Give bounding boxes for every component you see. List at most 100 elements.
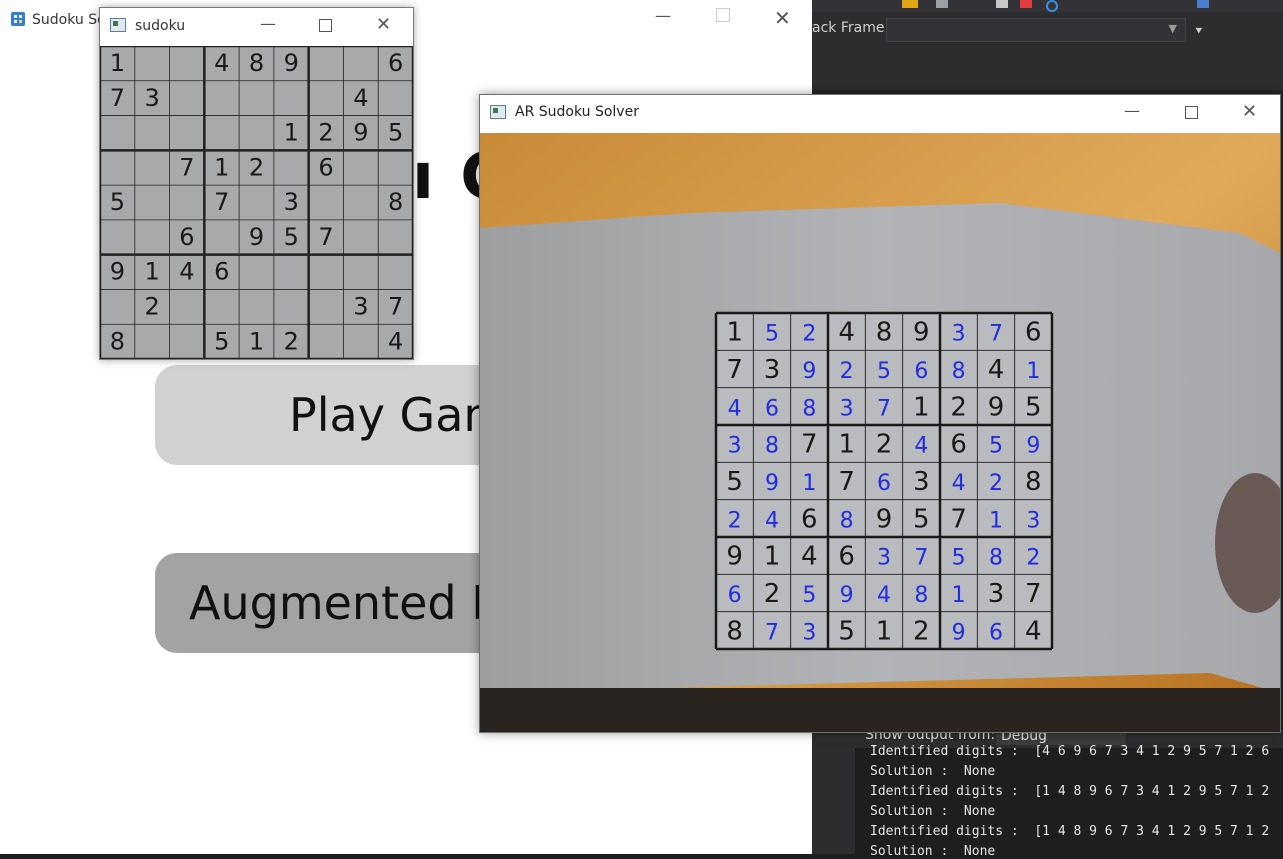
given-digit: 7 — [726, 355, 743, 385]
stop-icon[interactable] — [1020, 0, 1032, 8]
toolbar-overflow-icon[interactable]: ⯆ — [1194, 24, 1204, 39]
solved-digit: 6 — [914, 359, 928, 384]
grid-digit: 4 — [388, 327, 403, 355]
given-digit: 9 — [988, 392, 1005, 422]
solved-digit: 7 — [877, 396, 891, 421]
grid-digit: 2 — [318, 119, 333, 147]
grid-digit: 6 — [388, 49, 403, 77]
solved-digit: 1 — [802, 471, 816, 496]
grid-digit: 3 — [145, 84, 160, 112]
solved-digit: 6 — [728, 583, 742, 608]
sudoku-input-window: sudoku — ✕ 14896734129571265738695791462… — [99, 7, 414, 360]
grid-digit: 4 — [214, 49, 229, 77]
stack-frame-select[interactable]: ▼ — [886, 18, 1186, 42]
close-icon[interactable]: ✕ — [376, 14, 391, 35]
grid-digit: 6 — [214, 258, 229, 286]
grid-digit: 8 — [110, 327, 125, 355]
pause-icon[interactable] — [996, 0, 1008, 8]
grid-digit: 9 — [353, 119, 368, 147]
grid-digit: 8 — [388, 188, 403, 216]
solved-digit: 6 — [877, 471, 891, 496]
close-icon[interactable]: ✕ — [774, 6, 791, 30]
given-digit: 9 — [726, 542, 743, 572]
given-digit: 8 — [1025, 467, 1042, 497]
lower-shadow — [480, 688, 1280, 732]
given-digit: 7 — [838, 467, 855, 497]
output-line: Solution : None — [870, 764, 996, 779]
solved-digit: 7 — [989, 322, 1003, 347]
app-icon — [110, 18, 126, 32]
maximize-icon[interactable] — [1185, 106, 1198, 119]
solved-digit: 9 — [1026, 434, 1040, 459]
given-digit: 7 — [1025, 579, 1042, 609]
solved-digit: 9 — [802, 359, 816, 384]
grid-digit: 9 — [249, 223, 264, 251]
solved-digit: 1 — [1026, 359, 1040, 384]
given-digit: 3 — [764, 355, 781, 385]
grid-digit: 2 — [284, 327, 299, 355]
output-line: Identified digits : [1 4 8 9 6 7 3 4 1 2… — [870, 824, 1270, 839]
grid-digit: 7 — [214, 188, 229, 216]
solved-digit: 5 — [989, 434, 1003, 459]
solved-digit: 9 — [840, 583, 854, 608]
grid-digit: 5 — [214, 327, 229, 355]
chevron-down-icon: ▼ — [1168, 22, 1177, 35]
solved-digit: 1 — [952, 583, 966, 608]
output-line: Solution : None — [870, 804, 996, 819]
solved-digit: 2 — [1026, 546, 1040, 571]
output-line: Solution : None — [870, 844, 996, 859]
toolbar-icon[interactable] — [902, 0, 918, 8]
given-digit: 8 — [726, 616, 743, 646]
grid-digit: 1 — [284, 119, 299, 147]
solved-digit: 2 — [989, 471, 1003, 496]
vs-toolbar — [812, 0, 1283, 90]
minimize-icon[interactable]: — — [655, 6, 671, 25]
window-title: AR Sudoku Solver — [515, 104, 639, 120]
solved-digit: 4 — [765, 508, 779, 533]
restart-icon[interactable] — [1046, 0, 1058, 12]
given-digit: 9 — [913, 318, 930, 348]
given-digit: 2 — [876, 430, 893, 460]
solved-digit: 9 — [765, 471, 779, 496]
given-digit: 4 — [838, 318, 855, 348]
solved-digit: 2 — [802, 322, 816, 347]
solved-digit: 5 — [765, 322, 779, 347]
solved-digit: 8 — [765, 434, 779, 459]
grid-digit: 6 — [318, 153, 333, 181]
solved-digit: 3 — [1026, 508, 1040, 533]
title-bar: AR Sudoku Solver — ✕ — [480, 95, 1280, 133]
grid-digit: 6 — [179, 223, 194, 251]
given-digit: 2 — [950, 392, 967, 422]
maximize-icon[interactable] — [716, 8, 730, 22]
solved-digit: 5 — [802, 583, 816, 608]
given-digit: 5 — [726, 467, 743, 497]
grid-digit: 1 — [249, 327, 264, 355]
solved-digit: 3 — [952, 322, 966, 347]
given-digit: 2 — [764, 579, 781, 609]
given-digit: 8 — [876, 318, 893, 348]
toolbar-icon[interactable] — [1197, 0, 1209, 8]
solved-digit: 3 — [840, 396, 854, 421]
close-icon[interactable]: ✕ — [1242, 101, 1257, 122]
maximize-icon[interactable] — [319, 19, 332, 32]
app-icon — [490, 105, 506, 119]
given-digit: 4 — [988, 355, 1005, 385]
grid-digit: 5 — [388, 119, 403, 147]
solved-digit: 3 — [728, 434, 742, 459]
given-digit: 6 — [838, 542, 855, 572]
minimize-icon[interactable]: — — [1124, 101, 1140, 120]
given-digit: 4 — [801, 542, 818, 572]
app-icon — [11, 12, 25, 26]
solved-digit: 8 — [952, 359, 966, 384]
toolbar-icon[interactable] — [936, 0, 948, 8]
solved-digit: 3 — [877, 546, 891, 571]
solved-digit: 4 — [877, 583, 891, 608]
given-digit: 3 — [988, 579, 1005, 609]
solved-digit: 5 — [952, 546, 966, 571]
solved-digit: 8 — [802, 396, 816, 421]
minimize-icon[interactable]: — — [260, 14, 276, 33]
solved-digit: 4 — [914, 434, 928, 459]
solved-digit: 1 — [989, 508, 1003, 533]
camera-feed: 1 5 2 4 8 9 3 7 67 3 9 2 5 6 8 4 14 6 8 3 7 1 2 9 53 8 7 1 2 4 6 5 95 9 1 7… — [480, 133, 1280, 732]
given-digit: 5 — [913, 504, 930, 534]
